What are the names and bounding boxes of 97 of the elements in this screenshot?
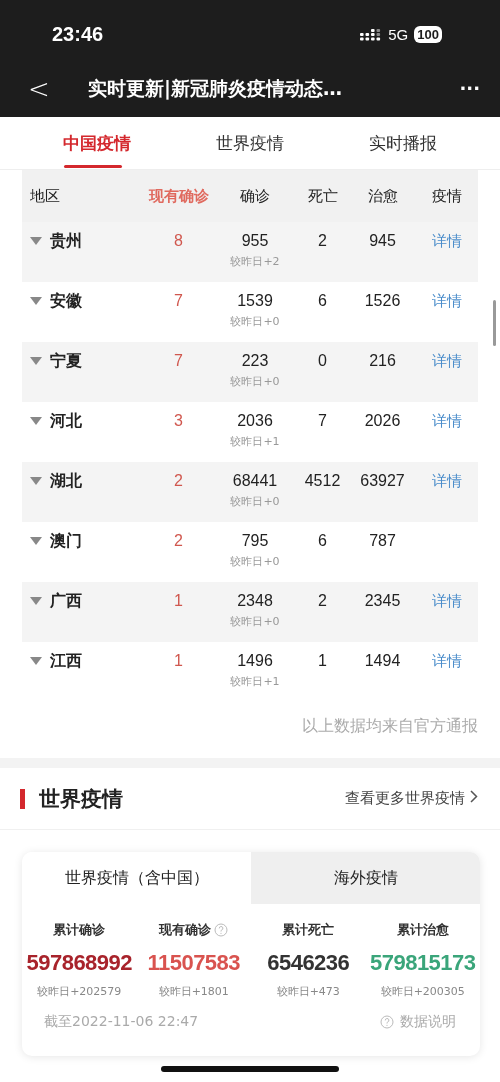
more-button[interactable]: ···	[459, 78, 480, 99]
region-name: 澳门	[50, 530, 82, 552]
confirmed-cases: 1539	[237, 291, 273, 311]
stat-value: 11507583	[147, 950, 241, 976]
expand-triangle-icon[interactable]	[30, 297, 42, 305]
card-tab[interactable]: 世界疫情（含中国）	[22, 852, 251, 904]
cured-count: 787	[368, 531, 397, 551]
stat-value: 579815173	[369, 950, 476, 976]
current-cases: 7	[173, 351, 184, 371]
tab[interactable]: 世界疫情	[173, 116, 327, 170]
column-header[interactable]: 疫情	[415, 186, 478, 206]
current-cases: 8	[173, 231, 184, 251]
stat-label: 累计死亡	[282, 921, 335, 939]
stat-label: 累计治愈	[396, 921, 449, 939]
help-icon[interactable]	[380, 1015, 394, 1029]
card-tab[interactable]: 海外疫情	[251, 852, 480, 904]
death-count: 2	[317, 591, 328, 611]
death-count: 2	[317, 231, 328, 251]
tab[interactable]: 实时播报	[326, 116, 480, 170]
region-name: 安徽	[50, 290, 82, 312]
cured-count: 63927	[359, 471, 406, 491]
section-title: 世界疫情	[39, 785, 124, 813]
network-label: 5G	[388, 25, 409, 43]
column-header[interactable]: 地区	[22, 186, 142, 206]
death-count: 0	[317, 351, 328, 371]
help-icon[interactable]	[214, 923, 229, 937]
daily-change: 较昨日+1	[230, 434, 280, 449]
cured-count: 216	[368, 351, 397, 371]
stat-change: 较昨日+473	[276, 984, 340, 999]
stat-label: 累计确诊	[53, 921, 106, 939]
current-cases: 3	[173, 411, 184, 431]
cured-count: 2026	[363, 411, 402, 431]
current-cases: 1	[173, 591, 184, 611]
stat-change: 较昨日+202579	[37, 984, 122, 999]
confirmed-cases: 1496	[237, 651, 273, 671]
expand-triangle-icon[interactable]	[30, 357, 42, 365]
expand-triangle-icon[interactable]	[30, 477, 42, 485]
daily-change: 较昨日+0	[230, 614, 280, 629]
cured-count: 1526	[363, 291, 402, 311]
death-count: 6	[317, 291, 328, 311]
expand-triangle-icon[interactable]	[30, 537, 42, 545]
page-title: 实时更新|新冠肺炎疫情动态…	[88, 75, 343, 102]
back-button[interactable]: <	[28, 73, 88, 104]
region-name: 湖北	[50, 470, 82, 492]
stat-label: 现有确诊	[159, 921, 212, 939]
cured-count: 945	[368, 231, 397, 251]
details-link[interactable]: 详情	[415, 290, 478, 312]
daily-change: 较昨日+0	[230, 314, 280, 329]
daily-change: 较昨日+0	[230, 554, 280, 569]
details-link[interactable]: 详情	[415, 410, 478, 432]
current-cases: 2	[173, 471, 184, 491]
stat-value: 597868992	[26, 950, 133, 976]
region-name: 贵州	[50, 230, 82, 252]
stat-change: 较昨日+1801	[158, 984, 229, 999]
current-cases: 2	[173, 531, 184, 551]
expand-triangle-icon[interactable]	[30, 417, 42, 425]
confirmed-cases: 2348	[237, 591, 273, 611]
section-marker	[20, 788, 25, 809]
confirmed-cases: 955	[241, 231, 269, 251]
death-count: 4512	[303, 471, 342, 491]
cured-count: 2345	[363, 591, 402, 611]
signal-icon	[360, 27, 383, 41]
expand-triangle-icon[interactable]	[30, 237, 42, 245]
more-link[interactable]: 查看更多世界疫情	[345, 789, 478, 808]
daily-change: 较昨日+0	[230, 374, 280, 389]
daily-change: 较昨日+0	[230, 494, 280, 509]
region-name: 宁夏	[50, 350, 82, 372]
region-name: 河北	[50, 410, 82, 432]
region-name: 江西	[50, 650, 82, 672]
current-cases: 1	[173, 651, 184, 671]
expand-triangle-icon[interactable]	[30, 597, 42, 605]
stat-value: 6546236	[267, 950, 350, 976]
death-count: 1	[317, 651, 328, 671]
expand-triangle-icon[interactable]	[30, 657, 42, 665]
cured-count: 1494	[363, 651, 402, 671]
death-count: 7	[317, 411, 328, 431]
source-note: 以上数据均来自官方通报	[302, 715, 478, 737]
daily-change: 较昨日+2	[230, 254, 280, 269]
confirmed-cases: 2036	[237, 411, 273, 431]
chevron-right-icon	[470, 790, 478, 803]
update-time: 截至2022-11-06 22:47	[44, 1013, 199, 1031]
daily-change: 较昨日+1	[230, 674, 280, 689]
column-header[interactable]: 确诊	[215, 186, 295, 206]
current-cases: 7	[173, 291, 184, 311]
column-header[interactable]: 死亡	[295, 186, 350, 206]
confirmed-cases: 795	[241, 531, 269, 551]
confirmed-cases: 68441	[232, 471, 278, 491]
confirmed-cases: 223	[241, 351, 269, 371]
scrollbar	[493, 300, 496, 346]
tab[interactable]: 中国疫情	[20, 116, 174, 170]
region-name: 广西	[50, 590, 82, 612]
details-link[interactable]: 详情	[415, 650, 478, 672]
status-time: 23:46	[52, 22, 104, 46]
battery-indicator: 100	[414, 25, 442, 43]
death-count: 6	[317, 531, 328, 551]
column-header[interactable]: 治愈	[350, 186, 415, 206]
stat-change: 较昨日+200305	[380, 984, 465, 999]
